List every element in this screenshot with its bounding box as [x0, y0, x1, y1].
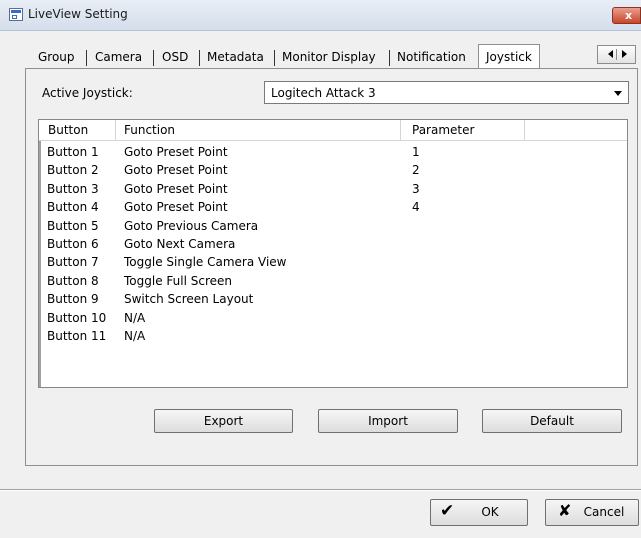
cell-function: Goto Preset Point: [124, 163, 228, 178]
tab-osd[interactable]: OSD: [162, 46, 188, 68]
cell-parameter: 2: [412, 163, 420, 178]
cell-function: N/A: [124, 329, 146, 343]
table-row[interactable]: Button 8 Toggle Full Screen: [39, 273, 627, 291]
table-row[interactable]: Button 9 Switch Screen Layout: [39, 291, 627, 309]
cell-function: Goto Preset Point: [124, 181, 228, 196]
cell-button: Button 7: [47, 255, 99, 270]
cell-parameter: 3: [412, 181, 420, 196]
table-row[interactable]: Button 7 Toggle Single Camera View: [39, 254, 627, 272]
cell-button: Button 9: [47, 292, 99, 307]
cell-function: Toggle Full Screen: [124, 273, 232, 288]
cell-function: Goto Preset Point: [124, 200, 228, 215]
active-joystick-select[interactable]: Logitech Attack 3: [264, 81, 629, 104]
cell-function: Switch Screen Layout: [124, 292, 254, 307]
table-row[interactable]: Button 1 Goto Preset Point 1: [39, 144, 627, 162]
joystick-button-table[interactable]: Button Function Parameter Button 1 Goto P…: [38, 119, 628, 388]
cell-function: Goto Next Camera: [124, 237, 236, 251]
ok-button[interactable]: ✔ OK: [430, 499, 528, 526]
column-separator: [115, 120, 116, 140]
cell-function: Goto Preset Point: [124, 145, 228, 159]
tab-notification[interactable]: Notification: [397, 46, 466, 68]
checkmark-icon: ✔: [440, 501, 455, 521]
dropdown-button[interactable]: [609, 83, 628, 102]
export-button[interactable]: Export: [154, 409, 293, 433]
divider: [616, 49, 617, 60]
arrow-right-icon[interactable]: [622, 50, 627, 58]
arrow-left-icon[interactable]: [608, 50, 613, 58]
table-row[interactable]: Button 4 Goto Preset Point 4: [39, 199, 627, 217]
cell-button: Button 3: [47, 181, 99, 196]
ok-label: OK: [481, 505, 499, 519]
cell-button: Button 11: [47, 329, 107, 343]
table-row[interactable]: Button 10 N/A: [39, 310, 627, 328]
close-button[interactable]: x: [612, 7, 641, 24]
footer-divider-highlight: [0, 490, 641, 491]
title-bar[interactable]: LiveView Setting x: [0, 0, 641, 31]
cell-button: Button 10: [47, 310, 107, 325]
table-row[interactable]: Button 11 N/A: [39, 328, 627, 346]
cell-parameter: 4: [412, 200, 420, 215]
app-icon: [9, 8, 23, 21]
tab-metadata[interactable]: Metadata: [207, 46, 264, 68]
table-row[interactable]: Button 5 Goto Previous Camera: [39, 218, 627, 236]
cell-function: Goto Previous Camera: [124, 218, 259, 233]
column-header-parameter[interactable]: Parameter: [412, 120, 474, 140]
table-row[interactable]: Button 6 Goto Next Camera: [39, 236, 627, 254]
cancel-button[interactable]: ✘ Cancel: [545, 499, 639, 526]
active-joystick-value: Logitech Attack 3: [271, 86, 376, 100]
tab-separator: [86, 50, 87, 66]
column-separator: [524, 120, 525, 140]
close-icon: ✘: [558, 501, 572, 520]
cell-function: Toggle Single Camera View: [124, 255, 287, 270]
column-separator: [400, 120, 401, 140]
cell-button: Button 4: [47, 200, 99, 215]
tab-separator: [199, 50, 200, 66]
tab-scroll-arrows[interactable]: [597, 45, 636, 64]
cell-button: Button 5: [47, 218, 99, 233]
column-header-button[interactable]: Button: [48, 120, 88, 140]
window-title: LiveView Setting: [28, 7, 128, 21]
cell-button: Button 8: [47, 273, 99, 288]
tab-separator: [153, 50, 154, 66]
tab-group[interactable]: Group: [38, 46, 75, 68]
table-row[interactable]: Button 2 Goto Preset Point 2: [39, 162, 627, 180]
cell-button: Button 6: [47, 237, 99, 251]
table-header: Button Function Parameter: [39, 120, 627, 141]
tab-separator: [389, 50, 390, 66]
active-joystick-label: Active Joystick:: [42, 86, 133, 100]
column-header-function[interactable]: Function: [124, 120, 175, 140]
table-row[interactable]: Button 3 Goto Preset Point 3: [39, 181, 627, 199]
chevron-down-icon: [614, 91, 622, 96]
tab-separator: [274, 50, 275, 66]
cell-parameter: 1: [412, 145, 420, 159]
import-button[interactable]: Import: [318, 409, 458, 433]
tab-monitor-display[interactable]: Monitor Display: [282, 46, 376, 68]
liveview-setting-dialog: LiveView Setting x Group Camera OSD Meta…: [0, 0, 641, 538]
tab-joystick[interactable]: Joystick: [478, 44, 540, 69]
cell-function: N/A: [124, 310, 146, 325]
tab-camera[interactable]: Camera: [95, 46, 142, 68]
cell-button: Button 2: [47, 163, 99, 178]
default-button[interactable]: Default: [482, 409, 622, 433]
cell-button: Button 1: [47, 145, 99, 159]
